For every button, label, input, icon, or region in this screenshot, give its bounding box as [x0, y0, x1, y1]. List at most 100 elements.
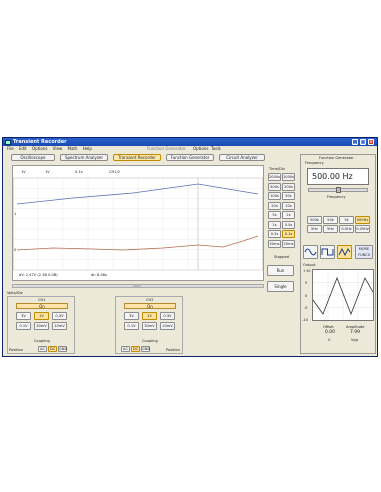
- frequency-range-button[interactable]: 5Hz: [323, 225, 338, 233]
- time-div-option[interactable]: 20ms: [282, 239, 295, 248]
- fg-title: Function Generator: [319, 156, 354, 160]
- time-div-option[interactable]: 5s: [268, 211, 281, 219]
- time-div-option[interactable]: 2000s: [268, 173, 281, 181]
- time-div-option[interactable]: 500s: [268, 182, 281, 191]
- ch2-volts-option[interactable]: 3V: [124, 312, 139, 320]
- mode-circuit-analyzer[interactable]: Circuit Analyzer: [219, 154, 265, 161]
- scope-scrollbar[interactable]: [12, 284, 264, 288]
- menu-options[interactable]: Options: [32, 146, 47, 151]
- ch2-marker[interactable]: 2: [14, 248, 16, 252]
- mode-function-generator[interactable]: Function Generator: [166, 154, 214, 161]
- time-div-option[interactable]: 100s: [268, 192, 281, 200]
- ch2-coupling-option[interactable]: DC: [131, 346, 140, 352]
- y-tick-4: -10: [302, 318, 308, 322]
- time-div-option[interactable]: 2s: [282, 211, 295, 219]
- time-div-option[interactable]: 0.5s: [282, 220, 295, 229]
- ch2-volts-option[interactable]: 0.1V: [124, 322, 139, 330]
- ch1-volts-option[interactable]: 0.3V: [52, 312, 67, 320]
- ch1-volts-option[interactable]: 10mV: [52, 322, 67, 330]
- amplitude-label: Amplitude: [346, 325, 365, 329]
- frequency-range-button[interactable]: 500Hz: [355, 216, 370, 224]
- time-div-option[interactable]: 0.2s: [268, 230, 281, 238]
- ch1-coupling-option[interactable]: GND: [58, 346, 67, 352]
- amplitude-unit: Vpp: [351, 338, 359, 342]
- ch1-volts-option[interactable]: 3V: [16, 312, 31, 320]
- ch1-coupling-option[interactable]: DC: [48, 346, 57, 352]
- frequency-range-button[interactable]: 0.05Hz: [355, 225, 370, 233]
- time-div-option[interactable]: 50ms: [268, 239, 281, 248]
- ch2-panel: CH2 On 3V 1V 0.3V 0.1V 30mV 10mV Coupling Pos…: [115, 296, 183, 354]
- ch1-coupling-label: Coupling: [34, 339, 50, 343]
- ch2-volts-option[interactable]: 10mV: [160, 322, 175, 330]
- mode-transient-recorder[interactable]: Transient Recorder: [113, 154, 161, 161]
- menu-fg-options[interactable]: Options: [193, 146, 208, 152]
- time-div-option[interactable]: 1000s: [282, 173, 295, 181]
- frequency-range-button[interactable]: 5k: [339, 216, 354, 224]
- mode-oscilloscope[interactable]: Oscilloscope: [11, 154, 55, 161]
- frequency-slider-thumb[interactable]: [336, 187, 341, 193]
- window-title: Transient Recorder: [13, 139, 67, 145]
- more-funcs-button[interactable]: MORE FUNCS: [355, 245, 373, 259]
- function-generator-panel: Function Generator Frequency 500.00 Hz F…: [300, 154, 376, 354]
- square-icon[interactable]: [320, 245, 335, 259]
- readout-time: dt: 8.46s: [91, 273, 107, 277]
- ch1-position-label: Position: [9, 348, 23, 352]
- frequency-slider[interactable]: [308, 187, 368, 193]
- sine-icon[interactable]: [303, 245, 318, 259]
- scroll-thumb[interactable]: [133, 285, 141, 287]
- ch1-marker[interactable]: 1: [14, 212, 16, 216]
- scope-label-ch2-volts: 1V: [45, 170, 50, 174]
- menu-edit[interactable]: Edit: [19, 146, 27, 151]
- ch1-coupling-option[interactable]: AC: [38, 346, 47, 352]
- ch1-volts-option[interactable]: 0.1V: [16, 322, 31, 330]
- status-text: Stopped: [274, 255, 289, 259]
- y-tick-2: 0: [305, 294, 308, 298]
- ch1-on-toggle[interactable]: On: [16, 303, 68, 309]
- scope-label-ch1-volts: 1V: [21, 170, 26, 174]
- frequency-range-button[interactable]: 50k: [323, 216, 338, 224]
- time-div-option[interactable]: 10s: [282, 201, 295, 210]
- time-div-option[interactable]: 50s: [282, 192, 295, 200]
- ch1-title: CH1: [38, 298, 46, 302]
- mode-spectrum-analyzer[interactable]: Spectrum Analyzer: [60, 154, 108, 161]
- ch2-title: CH2: [146, 298, 154, 302]
- volts-div-label: Volts/Div: [7, 291, 23, 295]
- offset-value: 0.00: [325, 330, 336, 335]
- output-plot: [312, 269, 374, 321]
- ch1-volts-option[interactable]: 30mV: [34, 322, 49, 330]
- mode-bar: Oscilloscope Spectrum Analyzer Transient…: [3, 153, 265, 163]
- triangle-icon[interactable]: [337, 245, 352, 259]
- ch2-coupling-option[interactable]: AC: [121, 346, 130, 352]
- ch2-volts-option[interactable]: 1V: [142, 312, 157, 320]
- time-div-option[interactable]: 20s: [268, 201, 281, 210]
- frequency-display: 500.00 Hz: [307, 168, 369, 185]
- ch2-volts-option[interactable]: 30mV: [142, 322, 157, 330]
- ch1-volts-option[interactable]: 1V: [34, 312, 49, 320]
- menu-view[interactable]: View: [53, 146, 63, 151]
- time-div-option[interactable]: 1s: [268, 220, 281, 229]
- time-div-title: Time/Div: [269, 167, 285, 171]
- frequency-range-button[interactable]: 0.5Hz: [339, 225, 354, 233]
- run-button[interactable]: Run: [267, 265, 294, 276]
- scope-label-time: 0.1s: [75, 170, 83, 174]
- close-icon[interactable]: ×: [368, 139, 374, 145]
- ch2-coupling-label: Coupling: [142, 339, 158, 343]
- frequency-range-button[interactable]: 5Hz: [307, 225, 322, 233]
- ch1-trace: [16, 183, 259, 205]
- offset-label: Offset: [323, 325, 334, 329]
- time-div-option[interactable]: 0.1s: [282, 230, 295, 238]
- maximize-icon[interactable]: □: [360, 139, 366, 145]
- menu-fg-tools[interactable]: Tools: [211, 146, 221, 152]
- menu-help[interactable]: Help: [83, 146, 92, 151]
- scope-display[interactable]: 1V 1V 0.1s CH1/2 1 2 dV: 2.47V (2.3B 0.0…: [12, 165, 264, 281]
- fg-frequency-caption: Frequency: [327, 195, 346, 199]
- menu-file[interactable]: File: [7, 146, 14, 151]
- ch2-on-toggle[interactable]: On: [124, 303, 176, 309]
- frequency-range-button[interactable]: 500k: [307, 216, 322, 224]
- time-div-option[interactable]: 200s: [282, 182, 295, 191]
- minimize-icon[interactable]: _: [352, 139, 358, 145]
- ch2-volts-option[interactable]: 0.3V: [160, 312, 175, 320]
- menu-math[interactable]: Math: [68, 146, 78, 151]
- ch2-coupling-option[interactable]: GND: [141, 346, 150, 352]
- single-button[interactable]: Single: [267, 281, 294, 292]
